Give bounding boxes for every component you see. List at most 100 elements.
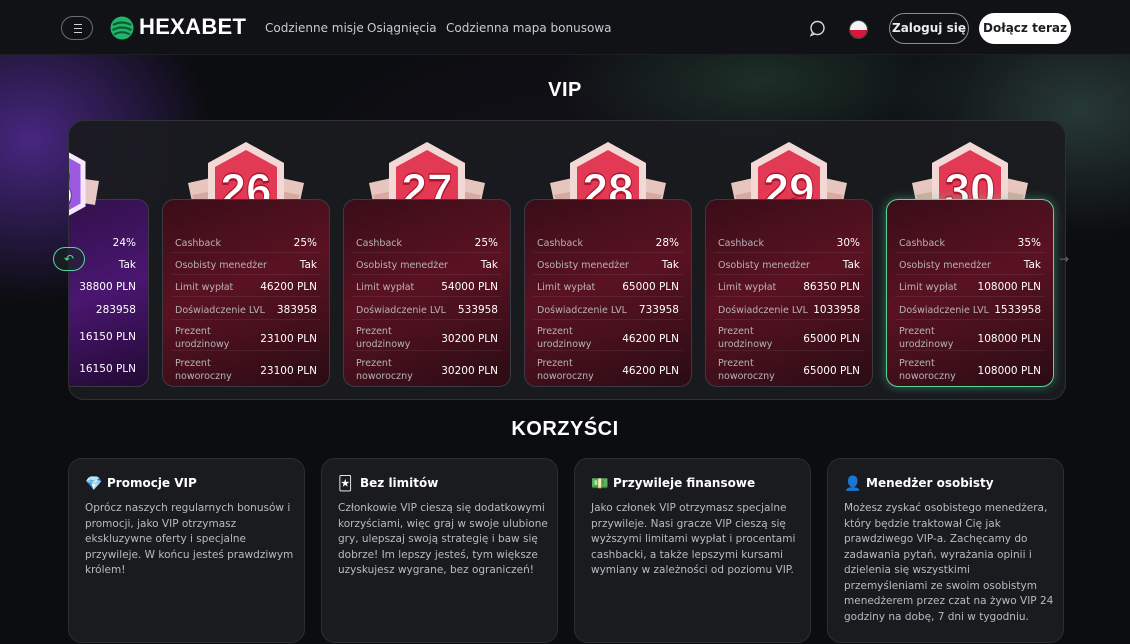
row-value: 65000 PLN — [803, 365, 860, 377]
vip-section-title: VIP — [548, 79, 582, 101]
row-value: Tak — [299, 259, 317, 271]
benefit-text: Możesz zyskać osobistego menedżera, któr… — [844, 502, 1054, 623]
vip-card-level-30[interactable]: Cashback 35% Osobisty menedżer Tak Limit wyp… — [886, 199, 1054, 387]
vip-card-level-29[interactable]: Cashback 30% Osobisty menedżer Tak Limit wyp… — [705, 199, 873, 387]
row-value: Tak — [480, 259, 498, 271]
row-value: 1533958 — [994, 304, 1041, 316]
row-value: 383958 — [276, 304, 317, 316]
row-manager: Osobisty menedżer Tak — [718, 259, 860, 272]
row-newyear: Prezent noworoczny 23100 PLN — [175, 357, 317, 383]
row-birthday: Prezent urodzinowy 108000 PLN — [899, 325, 1041, 351]
join-button[interactable]: Dołącz teraz — [979, 13, 1071, 44]
row-divider — [533, 319, 683, 320]
row-manager: Osobisty menedżer Tak — [356, 259, 498, 272]
nav-bonus-map[interactable]: Codzienna mapa bonusowa — [446, 21, 612, 35]
row-divider — [533, 296, 683, 297]
row-divider — [533, 274, 683, 275]
row-value: Tak — [842, 259, 860, 271]
row-label: Osobisty menedżer — [356, 260, 448, 271]
language-flag-icon[interactable] — [849, 20, 868, 39]
row-divider — [352, 274, 502, 275]
row-value: Tak — [1023, 259, 1041, 271]
row-experience: Doświadczenie LVL 733958 — [537, 304, 679, 317]
benefit-title: Menedżer osobisty — [866, 476, 994, 490]
benefit-card-financial-privileges: 💵 Przywileje finansowe Jako członek VIP … — [574, 458, 811, 643]
row-divider — [352, 252, 502, 253]
money-icon: 💵 — [591, 476, 609, 492]
row-divider — [895, 296, 1045, 297]
row-cashback: Cashback 35% — [899, 237, 1041, 250]
row-withdraw-limit: Limit wypłat 65000 PLN — [537, 281, 679, 294]
row-experience: Doświadczenie LVL 533958 — [356, 304, 498, 317]
row-cashback: Cashback 30% — [718, 237, 860, 250]
row-newyear: Prezent noworoczny 65000 PLN — [718, 357, 860, 383]
vip-card-level-26[interactable]: Cashback 25% Osobisty menedżer Tak Limit wyp… — [162, 199, 330, 387]
row-divider — [352, 296, 502, 297]
menu-line-icon — [74, 32, 82, 33]
row-value: 23100 PLN — [260, 365, 317, 377]
benefit-title: Bez limitów — [360, 476, 439, 490]
vip-carousel[interactable]: 24% Tak 38800 PLN 283958 16150 PLN 16150… — [68, 120, 1066, 400]
row-value: 108000 PLN — [977, 333, 1041, 345]
row-birthday: Prezent urodzinowy 23100 PLN — [175, 325, 317, 351]
vip-card-level-28[interactable]: Cashback 28% Osobisty menedżer Tak Limit wyp… — [524, 199, 692, 387]
vip-card-level-27[interactable]: Cashback 25% Osobisty menedżer Tak Limit wyp… — [343, 199, 511, 387]
row-divider — [895, 350, 1045, 351]
row-experience: Doświadczenie LVL 1533958 — [899, 304, 1041, 317]
row-value: 46200 PLN — [622, 365, 679, 377]
row-divider — [714, 252, 864, 253]
nav-achievements[interactable]: Osiągnięcia — [367, 21, 437, 35]
row-value: 1033958 — [813, 304, 860, 316]
carousel-next-button[interactable]: → — [1050, 247, 1078, 271]
row-value: 25% — [474, 237, 498, 249]
benefit-title: Promocje VIP — [107, 476, 197, 490]
row-withdraw-limit: Limit wypłat 108000 PLN — [899, 281, 1041, 294]
row-value: Tak — [661, 259, 679, 271]
row-divider — [895, 252, 1045, 253]
row-cashback: Cashback 25% — [175, 237, 317, 250]
row-divider — [352, 350, 502, 351]
hexabet-logo-icon[interactable] — [110, 16, 134, 40]
row-experience: Doświadczenie LVL 1033958 — [718, 304, 860, 317]
row-value: 30200 PLN — [441, 365, 498, 377]
row-value: 108000 PLN — [977, 365, 1041, 377]
row-divider — [895, 274, 1045, 275]
row-divider — [352, 319, 502, 320]
row-manager: Osobisty menedżer Tak — [899, 259, 1041, 272]
row-divider — [171, 319, 321, 320]
row-birthday: Prezent urodzinowy 46200 PLN — [537, 325, 679, 351]
row-label: Osobisty menedżer — [175, 260, 267, 271]
login-button[interactable]: Zaloguj się — [889, 13, 969, 44]
row-label: Osobisty menedżer — [899, 260, 991, 271]
site-header: HEXABET Codzienne misje Osiągnięcia Codz… — [0, 0, 1130, 55]
row-newyear: Prezent noworoczny 108000 PLN — [899, 357, 1041, 383]
row-divider — [171, 252, 321, 253]
row-value: 54000 PLN — [441, 281, 498, 293]
row-newyear: Prezent noworoczny 30200 PLN — [356, 357, 498, 383]
row-value: 733958 — [638, 304, 679, 316]
row-divider — [533, 350, 683, 351]
row-divider — [714, 274, 864, 275]
cards-icon: 🃏 — [338, 476, 353, 492]
row-value: 28% — [655, 237, 679, 249]
row-value: 35% — [1017, 237, 1041, 249]
row-withdraw-limit: Limit wypłat 86350 PLN — [718, 281, 860, 294]
menu-line-icon — [74, 24, 82, 25]
row-cashback: Cashback 28% — [537, 237, 679, 250]
row-divider — [171, 350, 321, 351]
row-divider — [714, 319, 864, 320]
benefit-card-vip-promotions: 💎 Promocje VIP Oprócz naszych regularnyc… — [68, 458, 305, 643]
chat-search-icon[interactable] — [809, 20, 826, 37]
benefit-text: Jako członek VIP otrzymasz specjalne prz… — [591, 502, 796, 576]
logo-text[interactable]: HEXABET — [139, 14, 246, 40]
carousel-prev-button[interactable]: ↶ — [53, 247, 85, 271]
benefits-section-title: KORZYŚCI — [511, 418, 619, 440]
benefit-card-personal-manager: 👤 Menedżer osobisty Możesz zyskać osobis… — [827, 458, 1064, 643]
nav-daily-missions[interactable]: Codzienne misje — [265, 21, 364, 35]
menu-button[interactable] — [61, 16, 93, 40]
benefit-title: Przywileje finansowe — [613, 476, 756, 490]
menu-line-icon — [74, 28, 82, 29]
person-icon: 👤 — [844, 476, 862, 492]
row-value: 86350 PLN — [803, 281, 860, 293]
row-withdraw-limit: Limit wypłat 46200 PLN — [175, 281, 317, 294]
